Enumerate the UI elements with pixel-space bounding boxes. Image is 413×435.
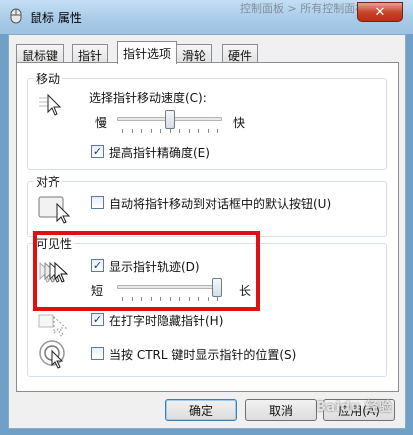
slider-tick bbox=[131, 129, 133, 133]
long-label: 长 bbox=[239, 284, 252, 298]
window-title: 鼠标 属性 bbox=[30, 11, 82, 25]
slow-label: 慢 bbox=[95, 116, 108, 130]
trails-checkbox[interactable]: ✓ bbox=[91, 259, 104, 272]
watermark: Baidu 经验 bbox=[316, 400, 393, 415]
slider-tick bbox=[122, 129, 123, 133]
slider-tick bbox=[207, 129, 209, 133]
snap-to-group-title: 对齐 bbox=[34, 173, 63, 190]
ctrl-show-checkbox[interactable] bbox=[91, 347, 104, 360]
tab-wheel[interactable]: 滑轮 bbox=[176, 44, 213, 63]
hide-typing-label[interactable]: 在打字时隐藏指针(H) bbox=[109, 312, 223, 329]
slider-tick bbox=[198, 129, 199, 133]
auto-snap-checkbox[interactable] bbox=[91, 196, 104, 209]
ok-button-label: 确定 bbox=[188, 403, 213, 418]
slider-tick bbox=[179, 129, 180, 133]
speed-label: 选择指针移动速度(C): bbox=[89, 91, 207, 105]
slider-tick bbox=[160, 129, 161, 133]
slider-tick bbox=[217, 297, 218, 301]
visibility-group-title: 可见性 bbox=[34, 235, 75, 252]
trails-label[interactable]: 显示指针轨迹(D) bbox=[109, 258, 200, 275]
slider-tick bbox=[150, 297, 152, 301]
slider-tick bbox=[188, 297, 190, 301]
slider-tick bbox=[150, 129, 152, 133]
precision-label[interactable]: 提高指针精确度(E) bbox=[109, 144, 210, 161]
pointer-trails-icon bbox=[38, 259, 72, 290]
slider-tick bbox=[131, 297, 133, 301]
title-bar[interactable]: 鼠标 属性 控制面板 > 所有控制面板项 ✕ bbox=[0, 0, 413, 34]
auto-snap-label[interactable]: 自动将指针移动到对话框中的默认按钮(U) bbox=[109, 195, 331, 212]
slider-tick bbox=[198, 297, 199, 301]
slider-tick bbox=[169, 129, 171, 133]
tab-pointers[interactable]: 指针 bbox=[72, 44, 109, 63]
trail-length-slider-track[interactable] bbox=[117, 285, 222, 289]
fast-label: 快 bbox=[233, 116, 246, 130]
slider-tick bbox=[179, 297, 180, 301]
show-location-icon bbox=[38, 339, 72, 372]
slider-tick bbox=[122, 297, 123, 301]
cancel-button-label: 取消 bbox=[268, 403, 293, 418]
hide-while-typing-icon bbox=[38, 311, 72, 340]
ctrl-show-label[interactable]: 当按 CTRL 键时显示指针的位置(S) bbox=[109, 346, 296, 363]
close-icon: ✕ bbox=[374, 4, 386, 20]
trails-check-mark: ✓ bbox=[92, 259, 103, 272]
pointer-options-panel: 移动 选择指针移动速度(C): 慢 快 ✓ 提高指针精确度(E) 对齐 自动将指… bbox=[16, 62, 399, 392]
mouse-icon bbox=[8, 8, 24, 24]
slider-tick bbox=[141, 297, 142, 301]
slider-tick bbox=[141, 129, 142, 133]
close-button[interactable]: ✕ bbox=[357, 2, 403, 22]
speed-slider-thumb[interactable] bbox=[164, 110, 175, 129]
hide-typing-check-mark: ✓ bbox=[92, 313, 103, 326]
tab-hardware[interactable]: 硬件 bbox=[222, 44, 259, 63]
tab-pointer-options[interactable]: 指针选项 bbox=[117, 41, 178, 64]
ok-button[interactable]: 确定 bbox=[165, 399, 237, 421]
slider-tick bbox=[160, 297, 161, 301]
slider-tick bbox=[169, 297, 171, 301]
hide-typing-checkbox[interactable]: ✓ bbox=[91, 313, 104, 326]
motion-group-title: 移动 bbox=[34, 70, 63, 87]
pointer-speed-icon bbox=[38, 93, 68, 122]
slider-tick bbox=[217, 129, 218, 133]
short-label: 短 bbox=[91, 284, 104, 298]
precision-check-mark: ✓ bbox=[92, 145, 103, 158]
tab-buttons[interactable]: 鼠标键 bbox=[16, 44, 65, 63]
precision-checkbox[interactable]: ✓ bbox=[91, 145, 104, 158]
cancel-button[interactable]: 取消 bbox=[245, 399, 317, 421]
snap-to-button-icon bbox=[38, 194, 74, 227]
trail-length-slider-thumb[interactable] bbox=[212, 278, 222, 297]
slider-tick bbox=[207, 297, 209, 301]
dialog-body: 鼠标键 指针 指针选项 滑轮 硬件 移动 选择指针移动速度(C): 慢 快 ✓ … bbox=[8, 34, 406, 429]
slider-tick bbox=[188, 129, 190, 133]
